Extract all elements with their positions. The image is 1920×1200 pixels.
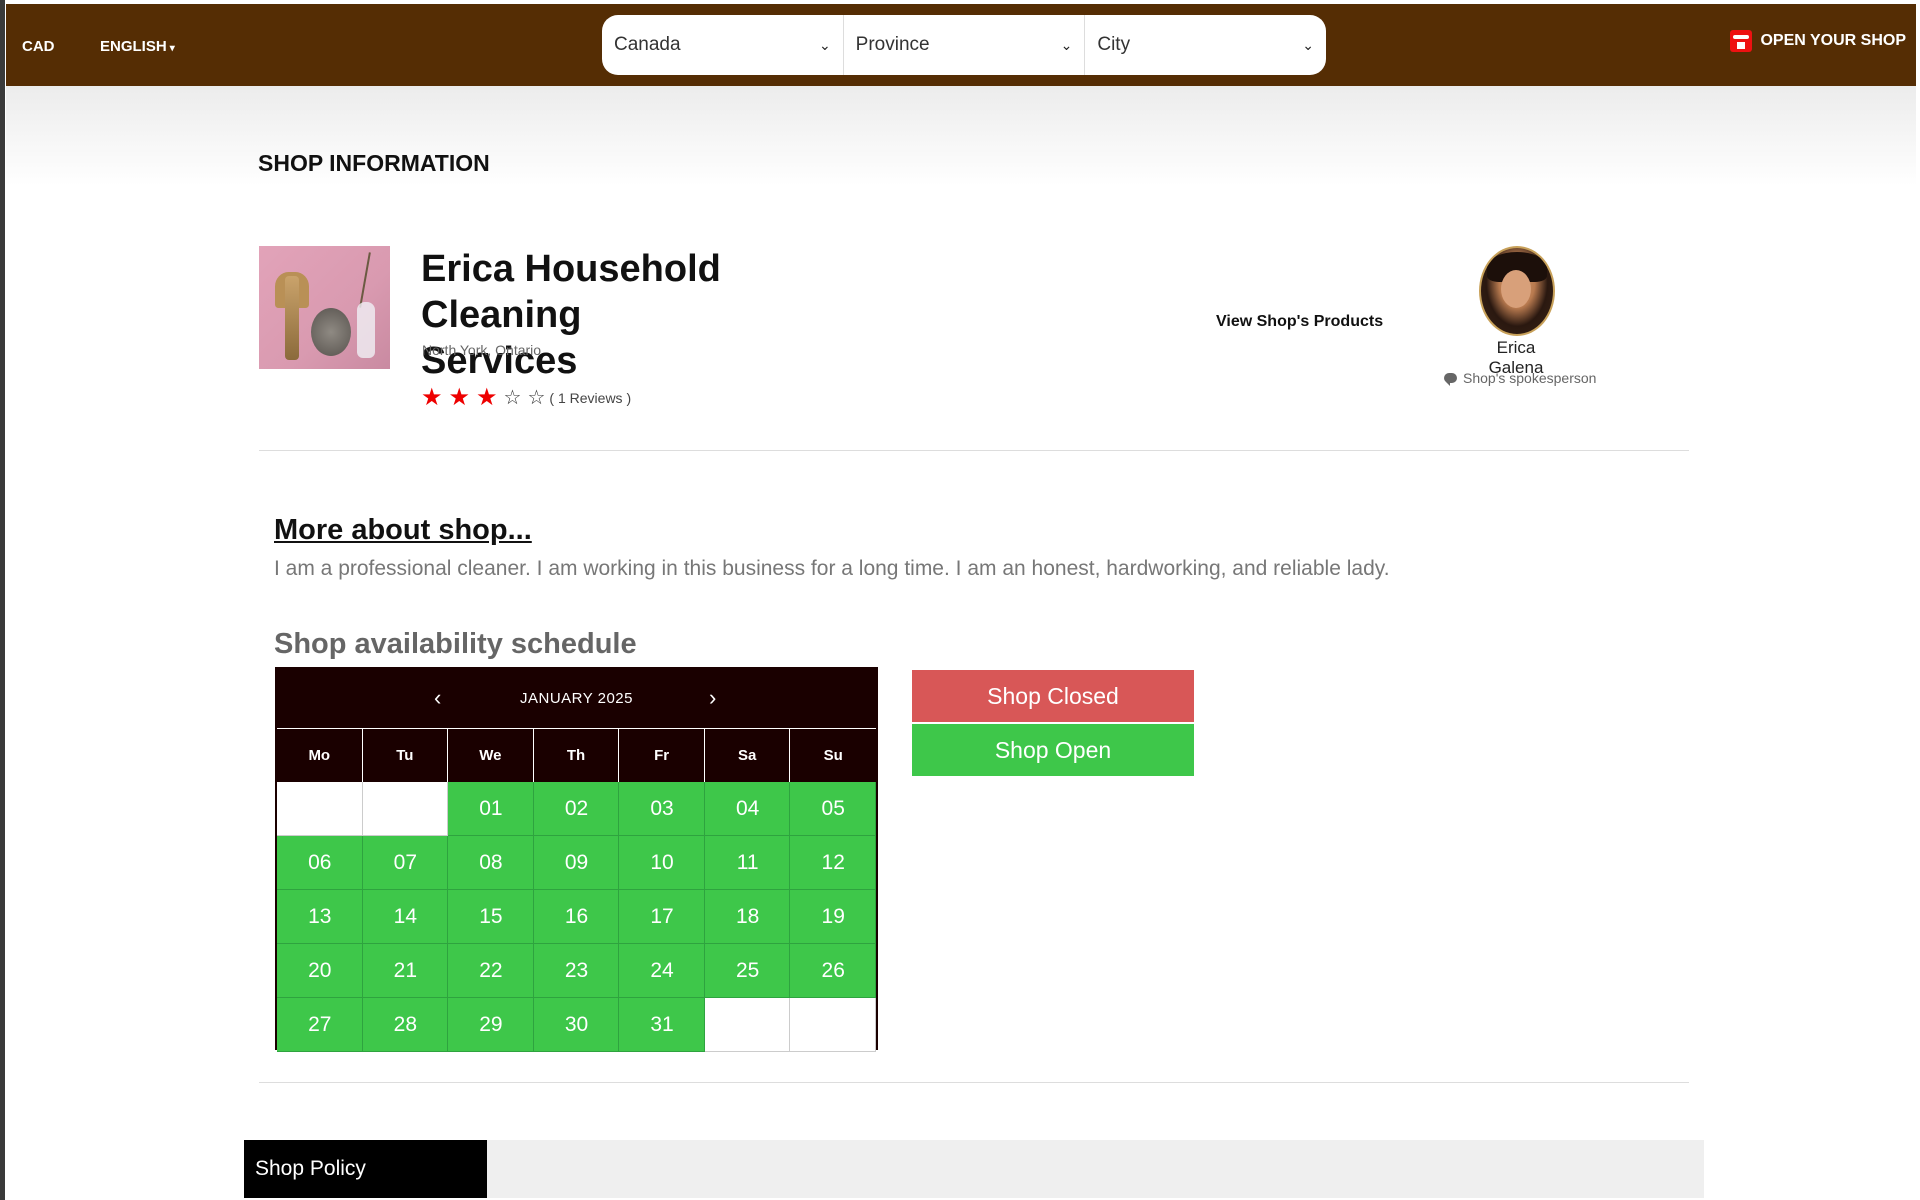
page-title: SHOP INFORMATION bbox=[258, 150, 490, 176]
chat-icon bbox=[1444, 373, 1457, 386]
calendar-weekday: Fr bbox=[619, 729, 705, 782]
currency-selector[interactable]: CAD bbox=[22, 38, 55, 55]
calendar-empty-cell bbox=[362, 782, 449, 836]
star-filled-icon: ★ bbox=[448, 384, 471, 411]
calendar-weekday: Su bbox=[823, 747, 843, 764]
divider bbox=[259, 450, 1689, 451]
spokesperson-avatar[interactable] bbox=[1479, 246, 1555, 336]
calendar-day[interactable]: 11 bbox=[704, 836, 791, 890]
calendar-day[interactable]: 14 bbox=[362, 890, 449, 944]
calendar-day[interactable]: 28 bbox=[362, 998, 449, 1052]
calendar-day[interactable]: 04 bbox=[704, 782, 791, 836]
tab-shop-policy[interactable]: Shop Policy bbox=[244, 1140, 487, 1198]
view-shop-products-link[interactable]: View Shop's Products bbox=[1216, 313, 1383, 331]
calendar-weekday: Mo bbox=[277, 729, 363, 782]
calendar-day[interactable]: 27 bbox=[277, 998, 363, 1052]
legend-shop-open: Shop Open bbox=[912, 724, 1194, 776]
city-value: City bbox=[1097, 34, 1131, 55]
location-selector-group: Canada ⌄ Province ⌄ City ⌄ bbox=[602, 15, 1326, 75]
calendar-weekday: Tu bbox=[363, 729, 449, 782]
calendar-day[interactable]: 20 bbox=[277, 944, 363, 998]
calendar-day[interactable]: 02 bbox=[533, 782, 620, 836]
calendar-day[interactable]: 09 bbox=[533, 836, 620, 890]
province-value: Province bbox=[855, 34, 930, 55]
spokesperson-role: Shop's spokesperson bbox=[1444, 370, 1596, 386]
calendar-day[interactable]: 10 bbox=[619, 836, 705, 890]
availability-calendar: ‹ JANUARY 2025 › Mo Tu We Th Fr Sa Su 01 02 03 04… bbox=[275, 667, 878, 1052]
calendar-day[interactable]: 29 bbox=[448, 998, 534, 1052]
language-label: ENGLISH bbox=[100, 38, 167, 55]
chevron-down-icon: ⌄ bbox=[1060, 37, 1073, 53]
open-your-shop-button[interactable]: OPEN YOUR SHOP bbox=[1730, 30, 1906, 52]
calendar-day[interactable]: 07 bbox=[362, 836, 449, 890]
shop-name: Erica Household Cleaning Services bbox=[421, 248, 721, 382]
calendar-day[interactable]: 16 bbox=[533, 890, 620, 944]
calendar-empty-cell bbox=[704, 998, 791, 1052]
schedule-heading: Shop availability schedule bbox=[274, 628, 637, 660]
calendar-empty-cell bbox=[790, 998, 876, 1052]
calendar-day[interactable]: 08 bbox=[448, 836, 534, 890]
calendar-day[interactable]: 25 bbox=[704, 944, 791, 998]
calendar-day[interactable]: 01 bbox=[448, 782, 534, 836]
top-navbar: CAD ENGLISH ▾ Canada ⌄ Province ⌄ City ⌄ … bbox=[6, 4, 1916, 86]
legend-shop-closed: Shop Closed bbox=[912, 670, 1194, 722]
calendar-header: ‹ JANUARY 2025 › bbox=[277, 669, 876, 729]
calendar-day[interactable]: 21 bbox=[362, 944, 449, 998]
shop-rating: ★ ★ ★ ☆ ☆ ( 1 Reviews ) bbox=[421, 383, 631, 412]
city-select[interactable]: City ⌄ bbox=[1085, 15, 1326, 75]
shop-description: I am a professional cleaner. I am workin… bbox=[274, 557, 1390, 580]
province-select[interactable]: Province ⌄ bbox=[844, 15, 1086, 75]
calendar-month-label: JANUARY 2025 bbox=[519, 690, 633, 707]
calendar-day[interactable]: 17 bbox=[619, 890, 705, 944]
calendar-day[interactable]: 03 bbox=[619, 782, 705, 836]
chevron-down-icon: ⌄ bbox=[818, 37, 831, 53]
calendar-weekday-row: Mo Tu We Th Fr Sa Su bbox=[277, 729, 876, 782]
country-select[interactable]: Canada ⌄ bbox=[602, 15, 844, 75]
calendar-day[interactable]: 23 bbox=[533, 944, 620, 998]
calendar-weekday: We bbox=[448, 729, 534, 782]
calendar-day[interactable]: 31 bbox=[619, 998, 705, 1052]
calendar-day[interactable]: 13 bbox=[277, 890, 363, 944]
calendar-days-grid: 01 02 03 04 05 06 07 08 09 10 11 12 13 14 15 16 17 18 19 20… bbox=[277, 782, 876, 1052]
more-about-shop-heading: More about shop... bbox=[274, 514, 532, 546]
review-count[interactable]: ( 1 Reviews ) bbox=[549, 390, 631, 406]
language-selector[interactable]: ENGLISH ▾ bbox=[100, 38, 175, 55]
calendar-day[interactable]: 06 bbox=[277, 836, 363, 890]
calendar-empty-cell bbox=[277, 782, 363, 836]
calendar-weekday: Th bbox=[534, 729, 620, 782]
chevron-down-icon: ⌄ bbox=[1302, 37, 1315, 53]
calendar-weekday: Sa bbox=[705, 729, 791, 782]
window-left-edge bbox=[0, 0, 5, 1200]
divider bbox=[259, 1082, 1689, 1083]
calendar-day[interactable]: 22 bbox=[448, 944, 534, 998]
calendar-day[interactable]: 15 bbox=[448, 890, 534, 944]
calendar-day[interactable]: 05 bbox=[790, 782, 876, 836]
calendar-day[interactable]: 18 bbox=[704, 890, 791, 944]
spokesperson-role-label: Shop's spokesperson bbox=[1463, 370, 1597, 386]
chevron-down-icon: ▾ bbox=[169, 43, 175, 54]
star-filled-icon: ★ bbox=[421, 384, 443, 411]
calendar-day[interactable]: 24 bbox=[619, 944, 705, 998]
calendar-day[interactable]: 19 bbox=[790, 890, 876, 944]
star-empty-icon: ☆ bbox=[503, 387, 522, 409]
shop-location: North York, Ontario bbox=[422, 342, 542, 358]
chevron-right-icon[interactable]: › bbox=[709, 685, 716, 711]
star-empty-icon: ☆ bbox=[527, 387, 546, 409]
calendar-day[interactable]: 12 bbox=[790, 836, 876, 890]
shop-thumbnail-image bbox=[259, 246, 390, 369]
open-shop-label: OPEN YOUR SHOP bbox=[1760, 32, 1906, 49]
storefront-icon bbox=[1730, 30, 1753, 52]
star-filled-icon: ★ bbox=[476, 384, 498, 411]
calendar-day[interactable]: 30 bbox=[533, 998, 620, 1052]
calendar-day[interactable]: 26 bbox=[790, 944, 876, 998]
country-value: Canada bbox=[614, 34, 681, 55]
